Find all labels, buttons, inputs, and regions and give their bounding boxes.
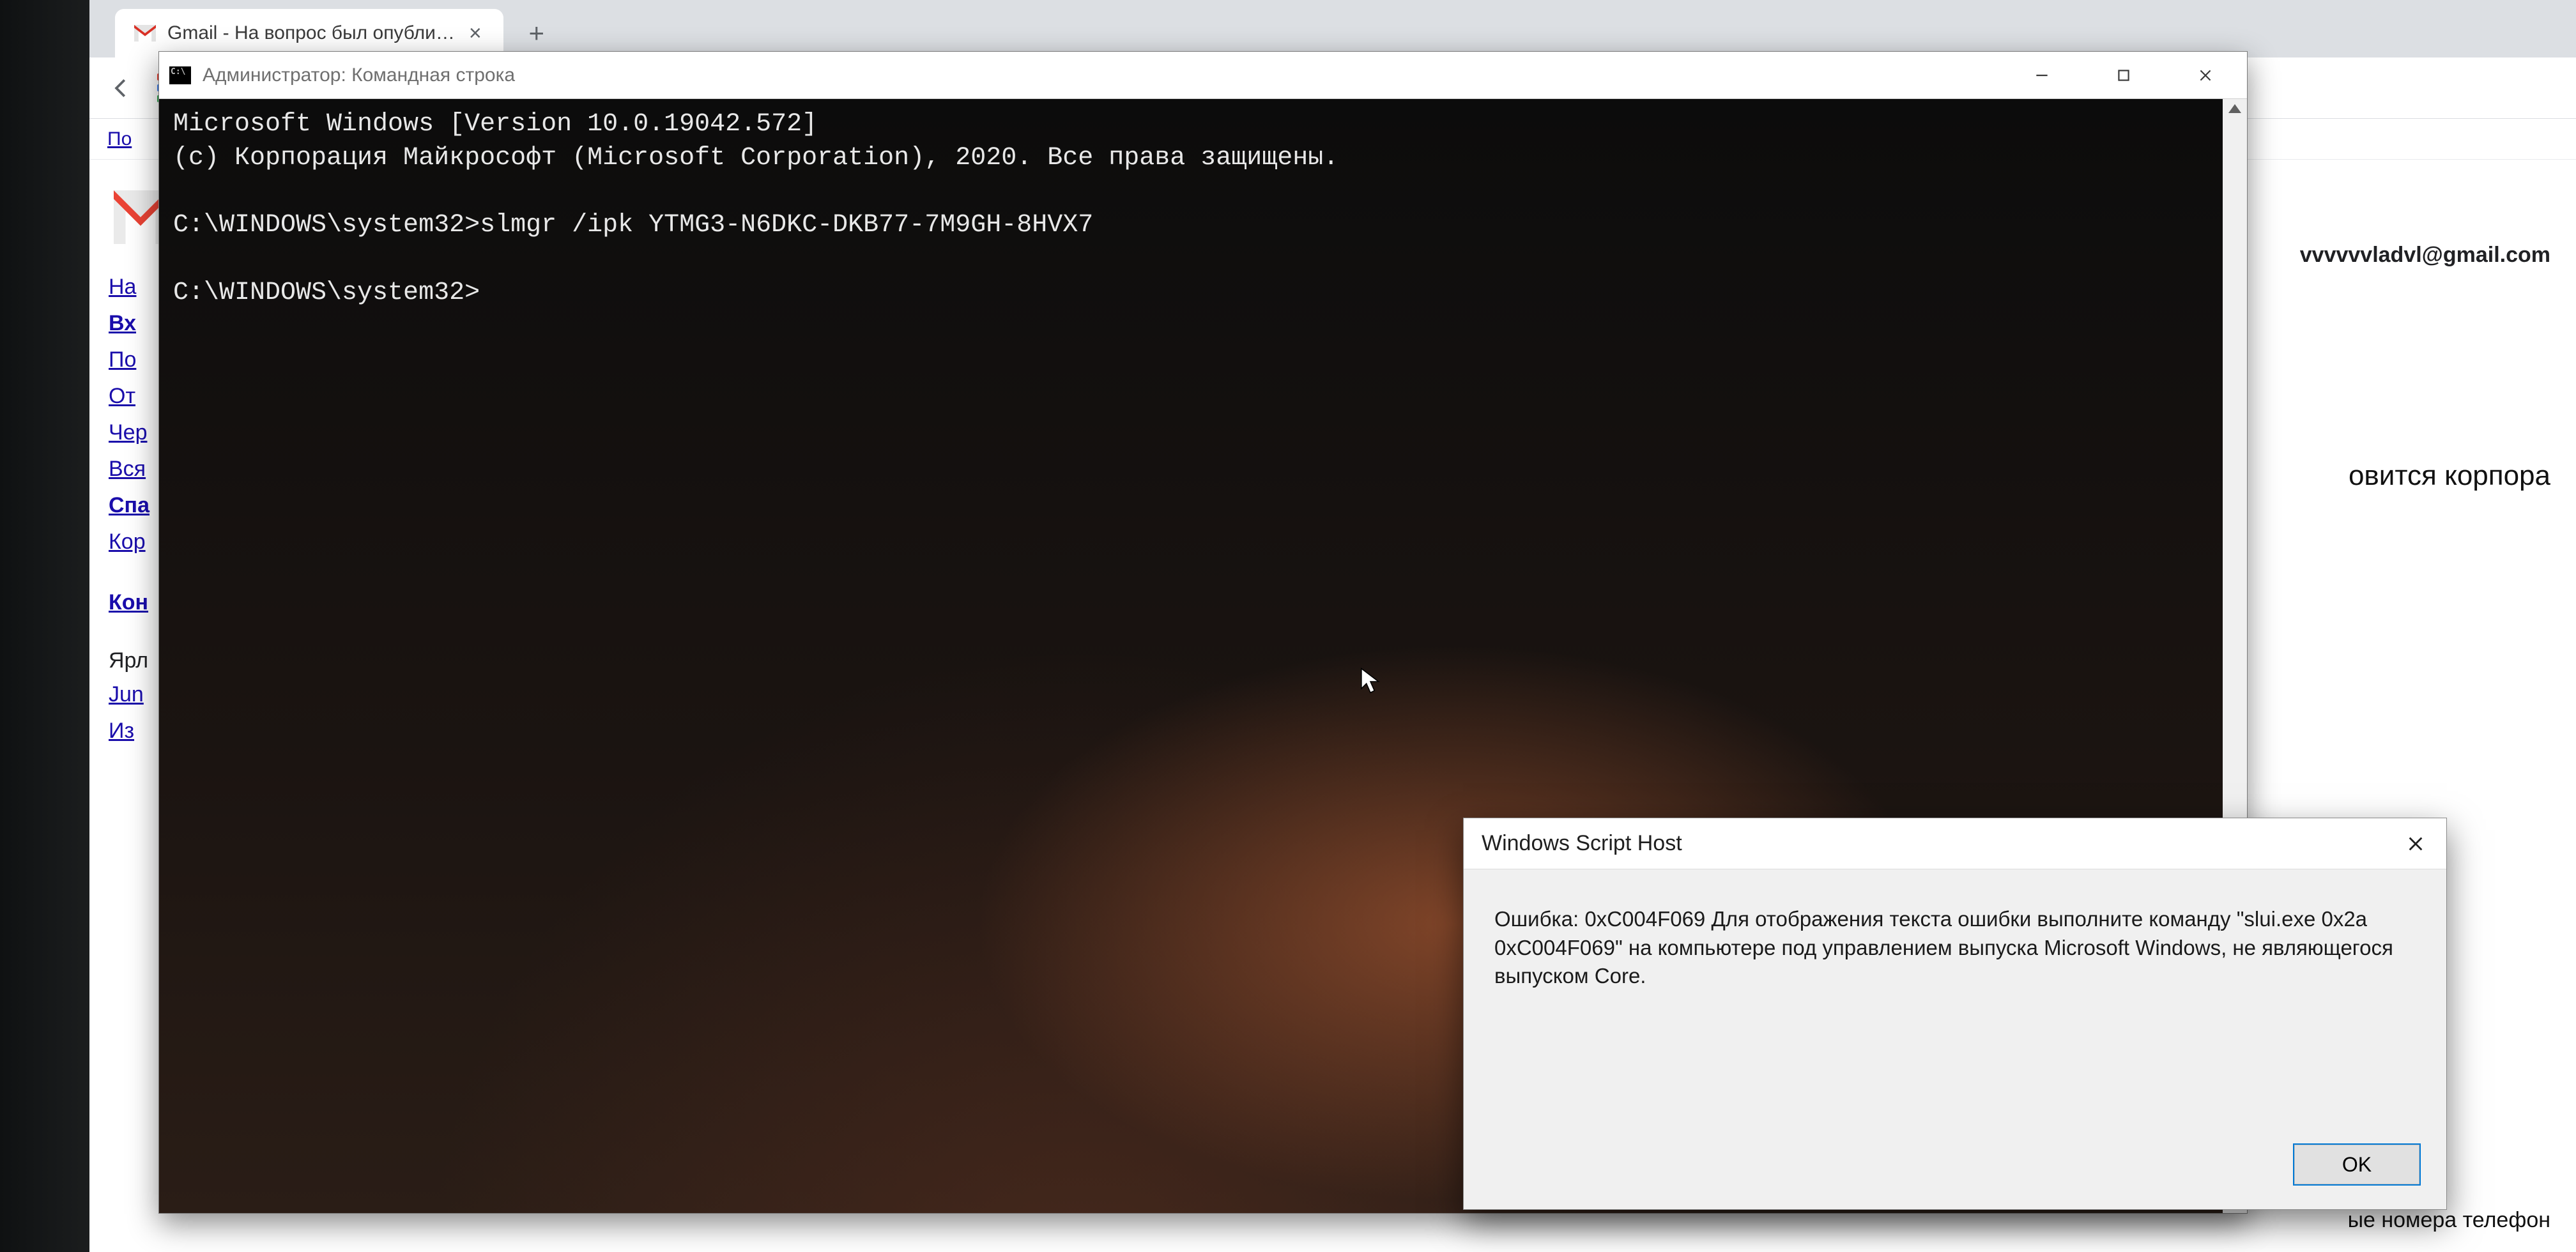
wsh-dialog: Windows Script Host Ошибка: 0xC004F069 Д… <box>1463 818 2447 1210</box>
desktop-left-edge <box>0 0 89 1252</box>
gmail-footer-fragment: ые номера телефон <box>2348 1208 2550 1233</box>
wsh-button-row: OK <box>1464 1133 2446 1209</box>
close-button[interactable] <box>2170 55 2241 96</box>
wsh-close-button[interactable] <box>2396 825 2435 863</box>
chrome-tabstrip: Gmail - На вопрос был опубли… × + <box>89 0 2576 57</box>
chrome-tab-gmail[interactable]: Gmail - На вопрос был опубли… × <box>115 9 503 57</box>
cmd-titlebar[interactable]: Администратор: Командная строка <box>159 52 2247 99</box>
wsh-ok-button[interactable]: OK <box>2293 1143 2421 1186</box>
bookmark-link[interactable]: По <box>107 128 132 150</box>
tab-title: Gmail - На вопрос был опубли… <box>167 22 455 44</box>
gmail-favicon-icon <box>134 25 156 42</box>
wsh-titlebar[interactable]: Windows Script Host <box>1464 818 2446 869</box>
cmd-window-title: Администратор: Командная строка <box>203 65 1995 86</box>
wsh-title: Windows Script Host <box>1482 831 1682 856</box>
mouse-cursor-icon <box>1360 668 1381 696</box>
maximize-button[interactable] <box>2089 55 2159 96</box>
scroll-up-icon[interactable] <box>2228 104 2241 113</box>
tab-close-icon[interactable]: × <box>466 21 484 46</box>
gmail-headline-fragment: овится корпора <box>2349 460 2550 492</box>
cmd-app-icon <box>169 66 191 84</box>
back-button[interactable] <box>101 68 142 109</box>
minimize-button[interactable] <box>2007 55 2077 96</box>
gmail-account-email: vvvvvvladvl@gmail.com <box>2300 243 2550 268</box>
wsh-message: Ошибка: 0xC004F069 Для отображения текст… <box>1464 869 2446 1133</box>
cmd-output-text: Microsoft Windows [Version 10.0.19042.57… <box>173 108 2233 310</box>
new-tab-button[interactable]: + <box>518 14 556 52</box>
